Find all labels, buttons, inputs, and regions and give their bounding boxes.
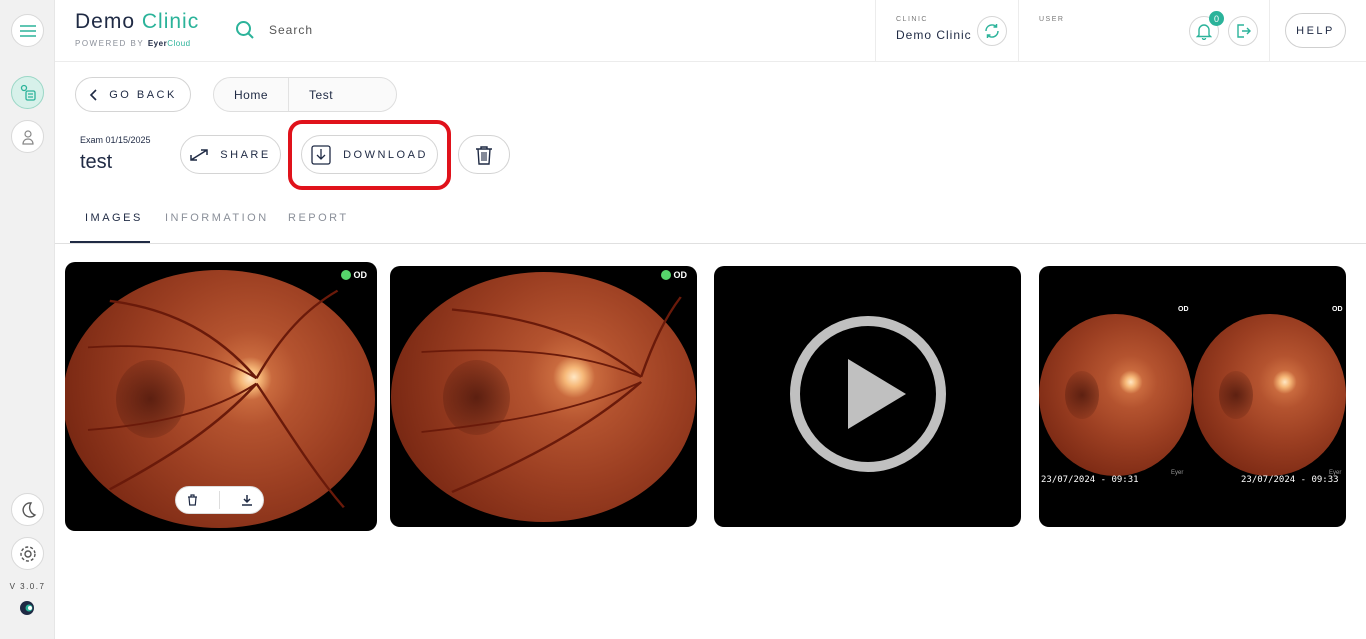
search-icon [236, 21, 254, 39]
search-bar[interactable]: Search [235, 20, 313, 40]
thumbnail-actions [175, 486, 264, 514]
brand-logo[interactable]: Demo Clinic POWERED BY EyerCloud [75, 10, 199, 48]
menu-button[interactable] [11, 14, 44, 47]
chevron-left-icon [90, 88, 97, 101]
eye-label: OD [353, 270, 368, 280]
active-tab-indicator [70, 241, 150, 243]
play-icon[interactable] [788, 314, 948, 474]
expand-arrows-icon [190, 148, 209, 161]
divider [875, 0, 876, 62]
app-version: V 3.0.7 [9, 582, 46, 591]
eye-tag: OD [660, 270, 688, 280]
logout-icon [1237, 24, 1251, 38]
trash-icon[interactable] [187, 494, 198, 506]
powered-by-brand: Eyer [147, 39, 168, 48]
breadcrumb-item-home[interactable]: Home [214, 78, 288, 111]
image-thumbnail[interactable]: OD [65, 262, 377, 531]
timestamp-left: 23/07/2024 - 09:31 [1041, 475, 1139, 485]
tab-information[interactable]: INFORMATION [165, 212, 269, 224]
menu-icon [19, 24, 36, 37]
download-icon[interactable] [241, 494, 253, 506]
sidebar-item-patients[interactable] [11, 120, 44, 153]
share-button[interactable]: SHARE [180, 135, 281, 174]
go-back-button[interactable]: GO BACK [75, 77, 191, 112]
breadcrumb: Home Test [213, 77, 397, 112]
trash-icon [476, 145, 492, 165]
image-thumbnail[interactable]: OD OD Eyer Eyer 23/07/2024 - 09:31 23/07… [1039, 266, 1346, 527]
exam-list-icon [20, 84, 36, 101]
clinic-label: CLINIC [896, 16, 928, 23]
download-label: DOWNLOAD [343, 148, 428, 161]
moon-icon [22, 501, 36, 518]
powered-by-label: POWERED BY [75, 39, 145, 48]
left-sidebar: V 3.0.7 [0, 0, 55, 639]
brand-accent: Clinic [141, 10, 200, 33]
user-info: USER [1039, 16, 1064, 23]
eyer-logo-icon [20, 601, 34, 615]
search-input[interactable]: Search [269, 23, 313, 37]
theme-toggle-button[interactable] [11, 493, 44, 526]
tab-images[interactable]: IMAGES [85, 212, 143, 224]
retina-image [391, 272, 696, 522]
download-icon [311, 144, 331, 165]
timestamp-right: 23/07/2024 - 09:33 [1241, 475, 1339, 485]
logout-button[interactable] [1228, 16, 1258, 46]
gear-icon [19, 545, 36, 562]
bell-icon [1196, 24, 1212, 40]
eye-label: OD [673, 270, 688, 280]
retina-image-left [1039, 314, 1192, 476]
divider [1018, 0, 1019, 62]
user-icon [21, 129, 34, 145]
eye-tag: OD [340, 270, 368, 280]
user-label: USER [1039, 16, 1065, 23]
watermark-left: Eyer [1171, 470, 1184, 476]
share-label: SHARE [220, 148, 271, 161]
brand-primary: Demo [75, 10, 136, 33]
divider [1269, 0, 1270, 62]
status-dot [660, 270, 671, 280]
image-thumbnail[interactable]: OD [390, 266, 697, 527]
help-button[interactable]: HELP [1285, 13, 1346, 48]
video-thumbnail[interactable] [714, 266, 1021, 527]
delete-exam-button[interactable] [458, 135, 510, 174]
clinic-name: Demo Clinic [896, 28, 972, 42]
retina-vessels [421, 296, 682, 493]
eye-label-left: OD [1178, 306, 1189, 313]
exam-title: test [80, 151, 113, 173]
tab-report[interactable]: REPORT [288, 212, 349, 224]
notifications-button[interactable]: 0 [1189, 11, 1224, 46]
exam-tabs: IMAGES INFORMATION REPORT [55, 200, 1366, 244]
clinic-selector: CLINIC Demo Clinic [896, 16, 972, 42]
sync-clinic-button[interactable] [977, 16, 1007, 46]
sidebar-item-exams[interactable] [11, 76, 44, 109]
status-dot [340, 270, 351, 280]
top-bar: Demo Clinic POWERED BY EyerCloud Search … [55, 0, 1366, 62]
powered-by-brand-accent: Cloud [167, 39, 191, 48]
notification-badge: 0 [1209, 11, 1224, 26]
settings-button[interactable] [11, 537, 44, 570]
retina-image-right [1193, 314, 1346, 476]
download-button[interactable]: DOWNLOAD [301, 135, 438, 174]
eye-label-right: OD [1332, 306, 1343, 313]
go-back-label: GO BACK [109, 88, 177, 101]
breadcrumb-item-current: Test [288, 78, 353, 111]
sync-icon [985, 24, 999, 38]
exam-date: Exam 01/15/2025 [80, 135, 151, 145]
